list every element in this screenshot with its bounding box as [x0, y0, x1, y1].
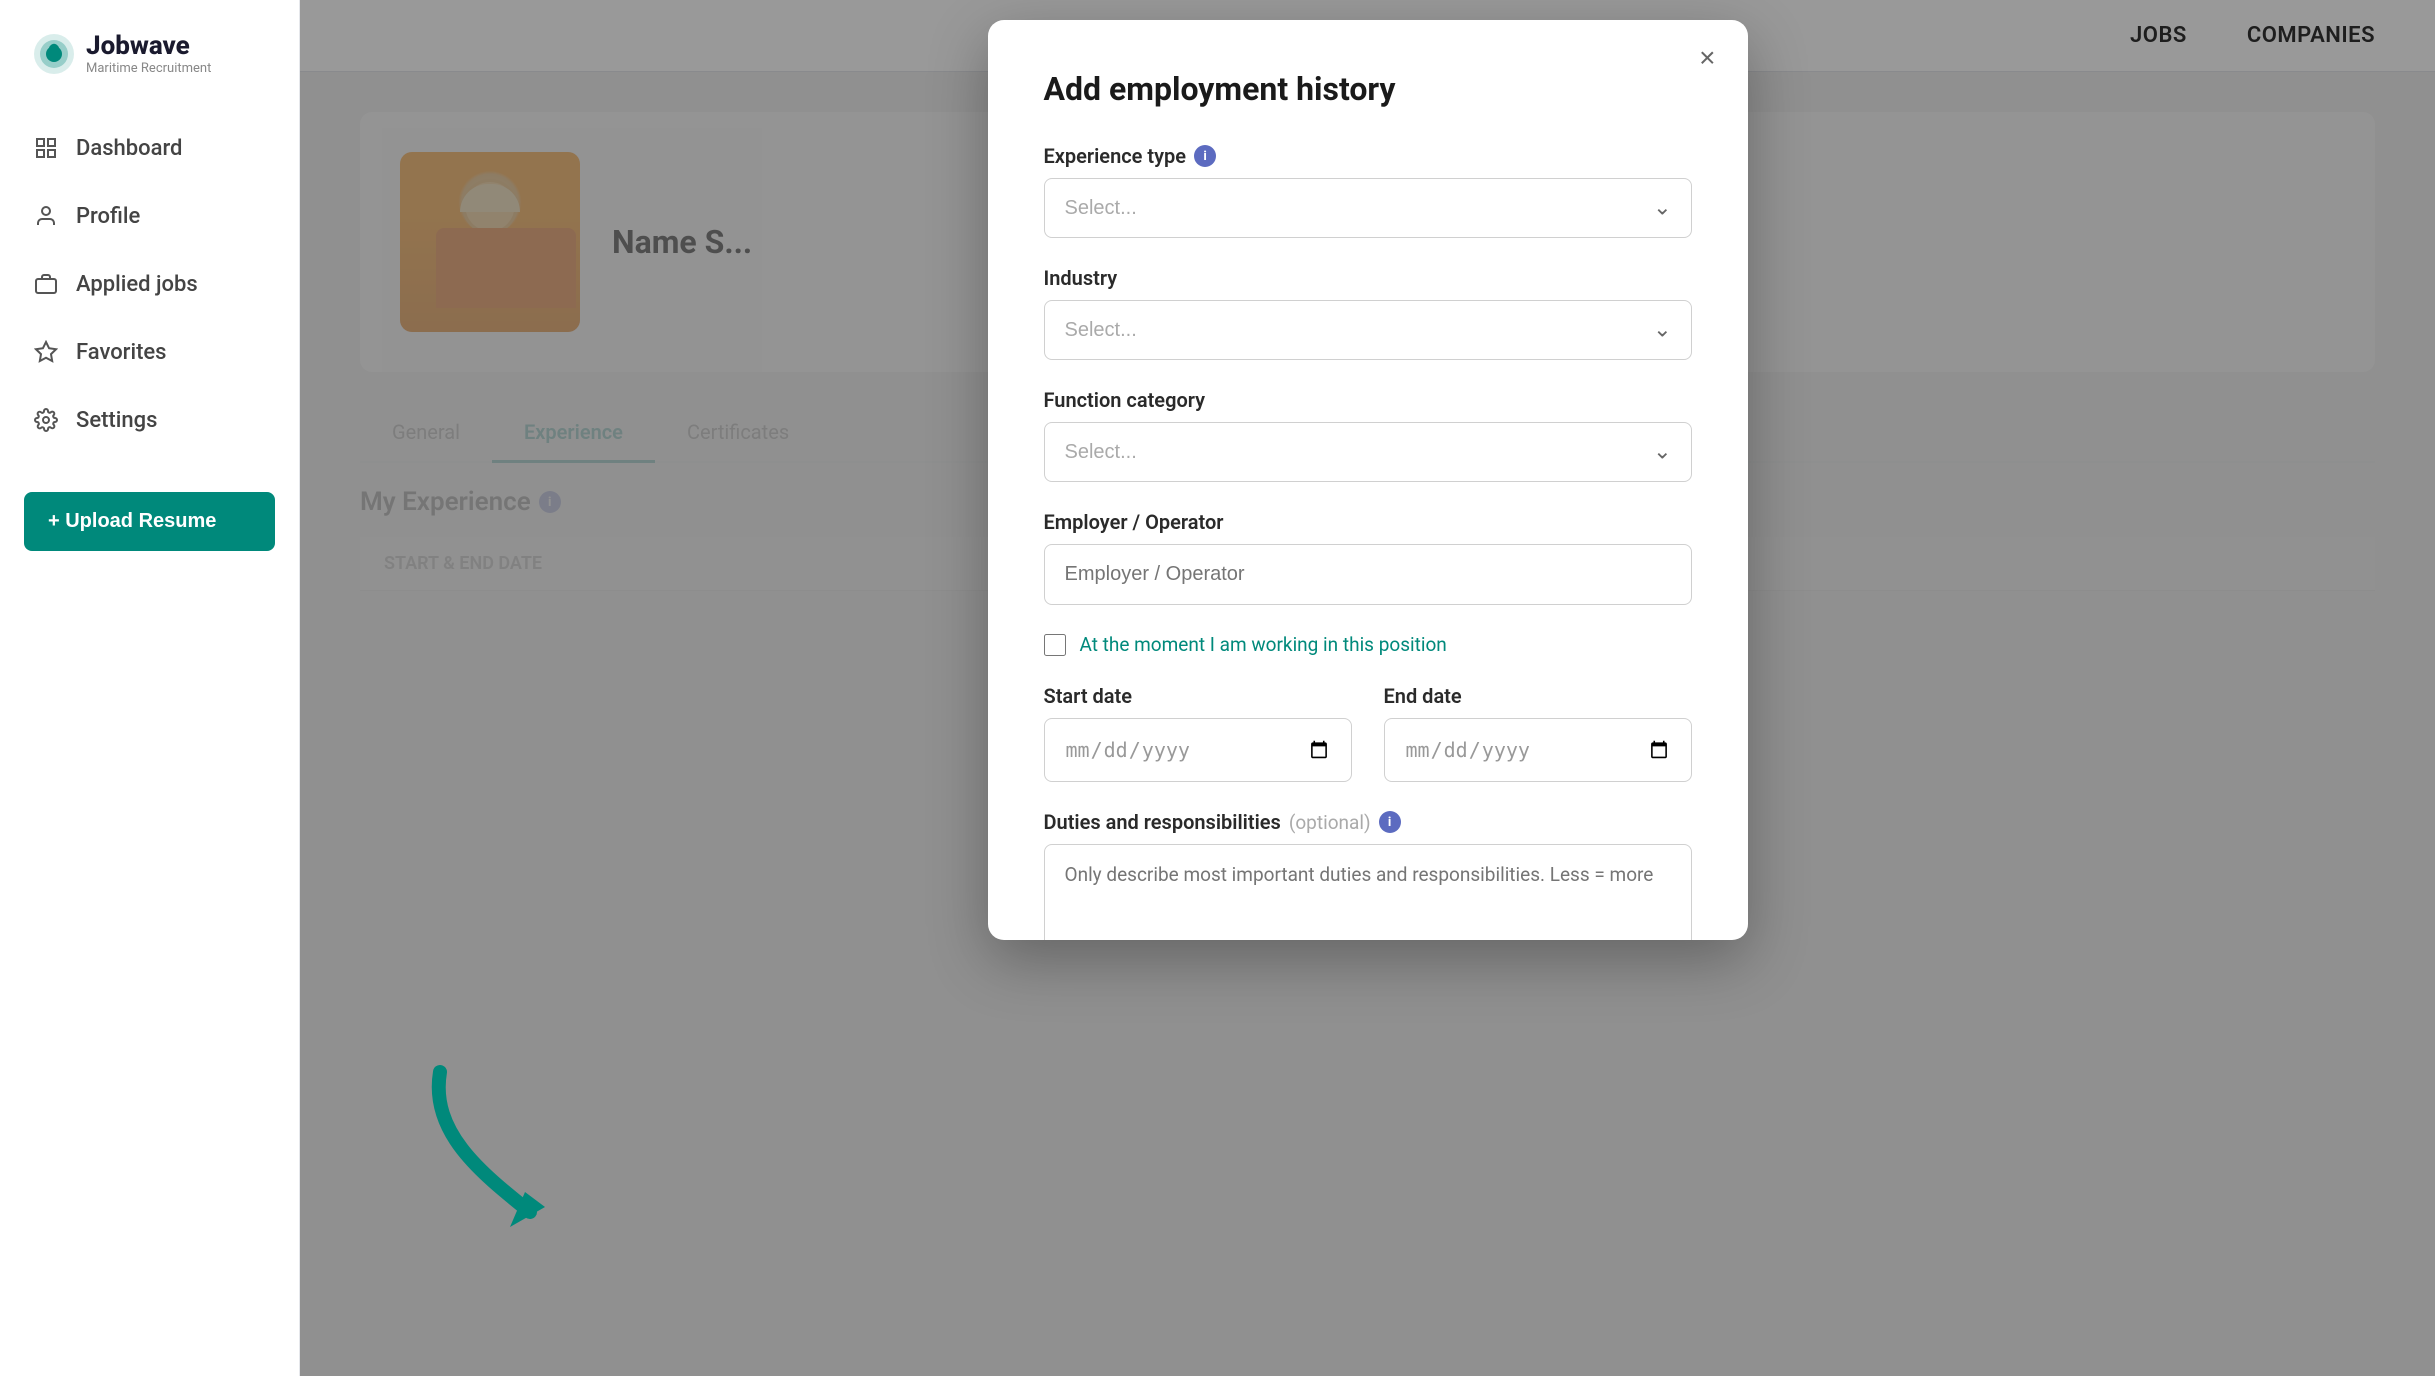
upload-resume-button[interactable]: + Upload Resume [24, 492, 275, 551]
sidebar-item-profile[interactable]: Profile [0, 184, 299, 248]
industry-label: Industry [1044, 266, 1692, 290]
arrow-decoration [400, 1052, 600, 1236]
modal-close-button[interactable]: × [1699, 44, 1715, 72]
end-date-input[interactable] [1384, 718, 1692, 782]
duties-optional-text: (optional) [1289, 811, 1371, 834]
employer-label: Employer / Operator [1044, 510, 1692, 534]
date-row: Start date End date [1044, 684, 1692, 782]
current-position-row: At the moment I am working in this posit… [1044, 633, 1692, 656]
sidebar-item-favorites-label: Favorites [76, 340, 167, 365]
sidebar-item-favorites[interactable]: Favorites [0, 320, 299, 384]
add-employment-modal: × Add employment history Experience type… [988, 20, 1748, 940]
function-category-select-wrapper: Select... [1044, 422, 1692, 482]
logo-icon [32, 32, 76, 76]
sidebar-item-dashboard[interactable]: Dashboard [0, 116, 299, 180]
experience-type-select[interactable]: Select... [1044, 178, 1692, 238]
user-icon [32, 202, 60, 230]
experience-type-label: Experience type i [1044, 144, 1692, 168]
grid-icon [32, 134, 60, 162]
duties-label: Duties and responsibilities (optional) i [1044, 810, 1692, 834]
briefcase-icon [32, 270, 60, 298]
start-date-input[interactable] [1044, 718, 1352, 782]
industry-select-wrapper: Select... [1044, 300, 1692, 360]
sidebar-nav: Dashboard Profile Applie [0, 100, 299, 468]
current-position-label[interactable]: At the moment I am working in this posit… [1080, 633, 1447, 656]
brand-tagline: Maritime Recruitment [86, 61, 211, 76]
modal-title: Add employment history [1044, 70, 1692, 108]
current-position-checkbox[interactable] [1044, 634, 1066, 656]
function-category-group: Function category Select... [1044, 388, 1692, 482]
experience-type-info-icon[interactable]: i [1194, 145, 1216, 167]
sidebar-item-applied-jobs-label: Applied jobs [76, 272, 198, 297]
end-date-label: End date [1384, 684, 1692, 708]
main-content: JOBS COMPANIES Name S... General Experie… [300, 0, 2435, 1376]
start-date-label: Start date [1044, 684, 1352, 708]
gear-icon [32, 406, 60, 434]
employer-input[interactable] [1044, 544, 1692, 605]
sidebar-item-applied-jobs[interactable]: Applied jobs [0, 252, 299, 316]
function-category-label: Function category [1044, 388, 1692, 412]
employer-group: Employer / Operator [1044, 510, 1692, 605]
star-icon [32, 338, 60, 366]
duties-group: Duties and responsibilities (optional) i [1044, 810, 1692, 940]
sidebar-item-settings[interactable]: Settings [0, 388, 299, 452]
sidebar: Jobwave Maritime Recruitment Dashboard [0, 0, 300, 1376]
industry-group: Industry Select... [1044, 266, 1692, 360]
duties-info-icon[interactable]: i [1379, 811, 1401, 833]
sidebar-item-dashboard-label: Dashboard [76, 136, 182, 161]
experience-type-select-wrapper: Select... [1044, 178, 1692, 238]
duties-textarea[interactable] [1044, 844, 1692, 940]
sidebar-item-settings-label: Settings [76, 408, 157, 433]
logo-area: Jobwave Maritime Recruitment [0, 0, 299, 100]
modal-overlay: × Add employment history Experience type… [300, 0, 2435, 1376]
industry-select[interactable]: Select... [1044, 300, 1692, 360]
end-date-group: End date [1384, 684, 1692, 782]
brand-name: Jobwave [86, 32, 211, 61]
experience-type-group: Experience type i Select... [1044, 144, 1692, 238]
start-date-group: Start date [1044, 684, 1352, 782]
function-category-select[interactable]: Select... [1044, 422, 1692, 482]
sidebar-item-profile-label: Profile [76, 204, 140, 229]
